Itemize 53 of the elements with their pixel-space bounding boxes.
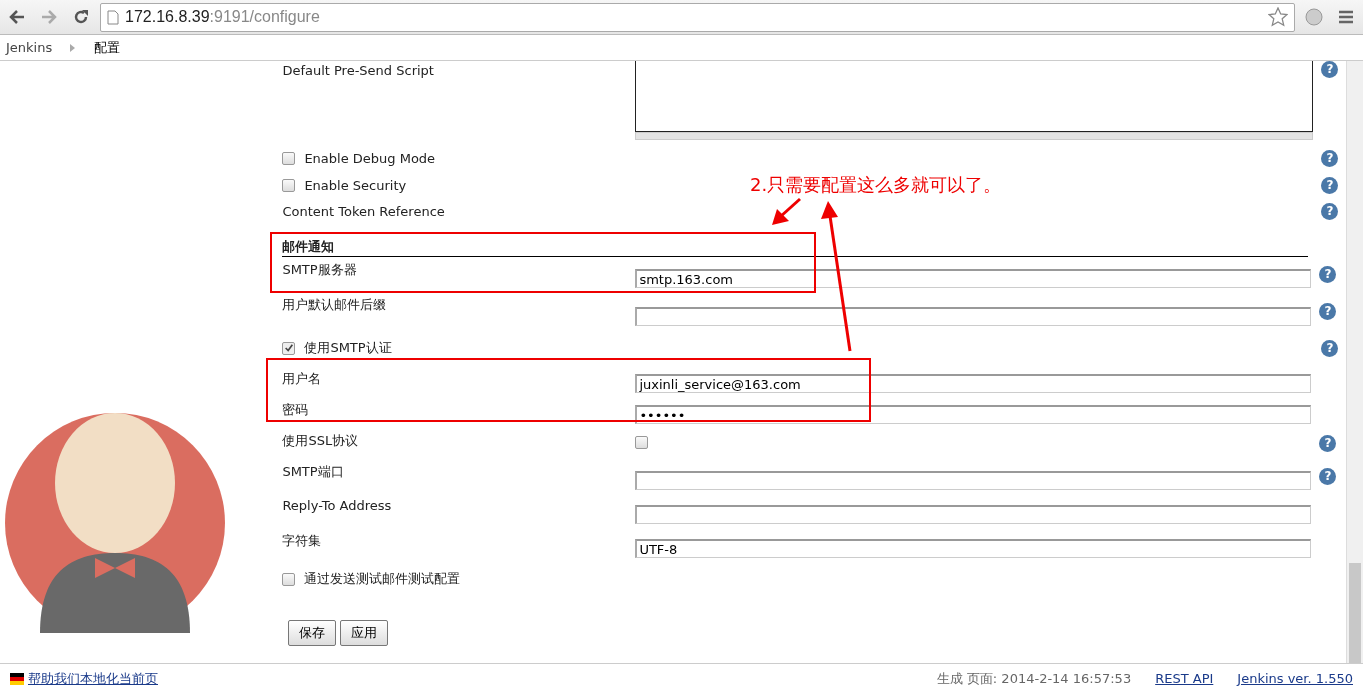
field-label: 用户名 — [282, 370, 323, 388]
breadcrumb-link[interactable]: Jenkins — [6, 40, 53, 55]
help-icon[interactable]: ? — [1319, 435, 1337, 452]
help-icon[interactable]: ? — [1321, 150, 1339, 167]
help-icon[interactable]: ? — [1321, 61, 1339, 78]
form-button[interactable]: 应用 — [340, 620, 389, 646]
form-button[interactable]: 保存 — [288, 620, 337, 646]
address-bar[interactable]: 172.16.8.39:9191/configure — [100, 2, 1295, 32]
section-title: 邮件通知 — [282, 238, 1309, 257]
resize-handle[interactable] — [635, 132, 1314, 140]
field-label: 密码 — [282, 401, 310, 419]
checkbox-label: 通过发送测试邮件测试配置 — [304, 570, 461, 588]
footer-link[interactable]: 帮助我们本地化当前页 — [28, 669, 158, 688]
field-label: SMTP端口 — [282, 463, 345, 481]
input-field[interactable]: juxinli_service@163.com — [635, 374, 1312, 393]
field-label: 字符集 — [282, 532, 323, 550]
help-icon[interactable]: ? — [1319, 302, 1337, 320]
input-field[interactable]: UTF-8 — [635, 539, 1312, 558]
field-label: 使用SSL协议 — [282, 432, 360, 450]
input-field[interactable] — [635, 505, 1312, 524]
annotation-text: 2.只需要配置这么多就可以了。 — [750, 173, 1002, 197]
star-icon[interactable] — [1268, 7, 1288, 27]
page-icon — [107, 9, 119, 25]
help-icon[interactable]: ? — [1321, 203, 1339, 220]
help-icon[interactable]: ? — [1321, 177, 1339, 194]
scrollbar[interactable] — [1346, 61, 1363, 663]
field-label: Content Token Reference — [282, 204, 446, 219]
input-field[interactable]: smtp.163.com — [635, 269, 1312, 288]
field-label: Default Pre-Send Script — [282, 63, 435, 78]
generated-time: 生成 页面: 2014-2-14 16:57:53 — [936, 669, 1132, 688]
help-icon[interactable]: ? — [1321, 339, 1339, 357]
checkbox-label: Enable Security — [304, 178, 407, 193]
breadcrumb-link[interactable]: 配置 — [94, 38, 121, 57]
input-field[interactable] — [635, 471, 1312, 490]
footer-link[interactable]: REST API — [1155, 671, 1214, 686]
password-field[interactable]: •••••• — [635, 405, 1312, 424]
checkbox[interactable] — [282, 572, 296, 586]
help-icon[interactable]: ? — [1319, 468, 1337, 485]
checkbox[interactable] — [282, 341, 296, 355]
flag-icon — [10, 672, 24, 685]
field-label: Reply-To Address — [282, 497, 393, 513]
footer-link[interactable]: Jenkins ver. 1.550 — [1237, 671, 1353, 686]
help-icon[interactable]: ? — [1319, 266, 1337, 283]
checkbox-label: Enable Debug Mode — [304, 151, 436, 166]
checkbox[interactable] — [282, 152, 296, 165]
checkbox-label: 使用SMTP认证 — [304, 339, 392, 357]
annotation-arrow — [772, 197, 801, 225]
input-field[interactable] — [635, 307, 1312, 326]
field-label: SMTP服务器 — [282, 261, 358, 279]
chevron-icon — [70, 43, 77, 52]
checkbox[interactable] — [282, 179, 296, 192]
checkbox[interactable] — [635, 435, 649, 449]
field-label: 用户默认邮件后缀 — [282, 296, 388, 314]
